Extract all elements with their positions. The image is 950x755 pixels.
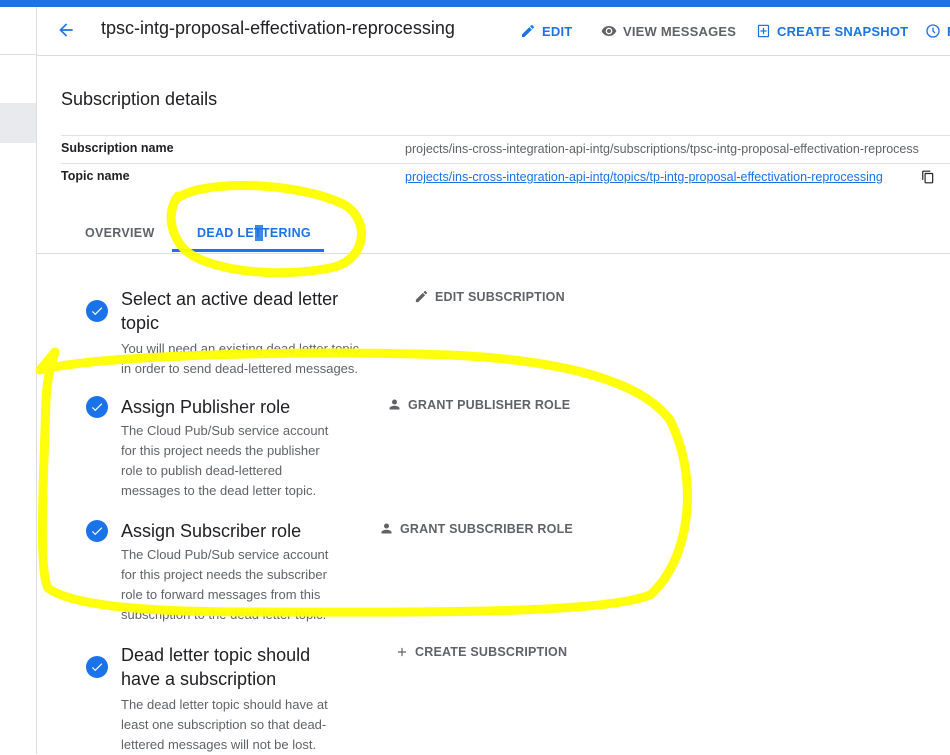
edit-subscription-button[interactable]: EDIT SUBSCRIPTION bbox=[414, 289, 565, 304]
view-messages-button[interactable]: VIEW MESSAGES bbox=[601, 22, 736, 40]
step-description-line: The Cloud Pub/Sub service account bbox=[121, 423, 329, 438]
edit-subscription-label: EDIT SUBSCRIPTION bbox=[435, 289, 565, 304]
subscription-name-row: Subscription name projects/ins-cross-int… bbox=[61, 135, 950, 164]
create-snapshot-label: CREATE SNAPSHOT bbox=[777, 23, 909, 39]
top-accent-bar bbox=[0, 0, 950, 7]
step-complete-icon bbox=[86, 300, 108, 322]
step-select-topic: Select an active dead letter topic You w… bbox=[121, 287, 359, 379]
create-snapshot-button[interactable]: CREATE SNAPSHOT bbox=[756, 22, 908, 40]
tab-bar: OVERVIEW DEAD LETTERING bbox=[37, 211, 950, 254]
step-assign-subscriber: Assign Subscriber role The Cloud Pub/Sub… bbox=[121, 519, 328, 625]
step-description-line: lettered messages will not be lost. bbox=[121, 737, 317, 752]
step-description-line: The Cloud Pub/Sub service account bbox=[121, 547, 329, 562]
create-subscription-label: CREATE SUBSCRIPTION bbox=[415, 645, 568, 659]
edit-button-label: EDIT bbox=[542, 23, 573, 39]
eye-icon bbox=[601, 26, 617, 36]
step-description-line: messages to the dead letter topic. bbox=[121, 483, 317, 498]
step-description-line: least one subscription so that dead- bbox=[121, 717, 327, 732]
person-icon bbox=[381, 523, 392, 534]
step-description-line: You will need an existing dead letter to… bbox=[121, 341, 360, 356]
step-title: Dead letter topic should bbox=[121, 645, 311, 665]
create-subscription-button[interactable]: CREATE SUBSCRIPTION bbox=[395, 645, 567, 659]
step-description-line: for this project needs the subscriber bbox=[121, 567, 327, 582]
step-complete-icon bbox=[86, 656, 108, 678]
edit-button[interactable]: EDIT bbox=[520, 22, 572, 40]
clock-icon bbox=[926, 24, 940, 38]
tab-dead-lettering[interactable]: DEAD LETTERING bbox=[197, 226, 311, 240]
step-title: Assign Publisher role bbox=[121, 397, 291, 417]
topic-name-label: Topic name bbox=[61, 169, 130, 183]
plus-icon bbox=[397, 647, 407, 657]
step-complete-icon bbox=[86, 396, 108, 418]
topic-name-row: Topic name projects/ins-cross-integratio… bbox=[61, 163, 950, 192]
step-description-line: for this project needs the publisher bbox=[121, 443, 320, 458]
step-title: Assign Subscriber role bbox=[121, 521, 302, 541]
arrow-back-icon bbox=[59, 23, 73, 37]
grant-publisher-role-button[interactable]: GRANT PUBLISHER ROLE bbox=[387, 397, 570, 412]
step-title-continued: have a subscription bbox=[121, 669, 277, 689]
step-description-line: The dead letter topic should have at bbox=[121, 697, 328, 712]
copy-icon[interactable] bbox=[921, 169, 935, 190]
grant-subscriber-role-label: GRANT SUBSCRIBER ROLE bbox=[400, 521, 573, 536]
step-topic-subscription: Dead letter topic should have a subscrip… bbox=[121, 643, 328, 755]
step-description-line: in order to send dead-lettered messages. bbox=[121, 361, 359, 376]
grant-publisher-role-label: GRANT PUBLISHER ROLE bbox=[408, 397, 571, 412]
snapshot-add-icon bbox=[757, 24, 770, 38]
step-title-continued: topic bbox=[121, 313, 160, 333]
page-title: tpsc-intg-proposal-effectivation-reproce… bbox=[101, 18, 455, 38]
grant-subscriber-role-button[interactable]: GRANT SUBSCRIBER ROLE bbox=[379, 521, 573, 536]
person-icon bbox=[389, 399, 400, 410]
tab-overview[interactable]: OVERVIEW bbox=[85, 226, 155, 240]
step-description-line: subscription to the dead letter topic. bbox=[121, 607, 327, 622]
subscription-name-label: Subscription name bbox=[61, 141, 174, 155]
active-tab-indicator bbox=[172, 249, 324, 252]
view-messages-label: VIEW MESSAGES bbox=[623, 23, 737, 39]
step-description-line: role to forward messages from this bbox=[121, 587, 321, 602]
truncated-header-button[interactable]: R bbox=[925, 22, 950, 40]
pencil-icon bbox=[522, 24, 535, 37]
back-button[interactable] bbox=[52, 18, 80, 42]
pencil-icon bbox=[415, 290, 428, 303]
topic-name-link[interactable]: projects/ins-cross-integration-api-intg/… bbox=[405, 170, 883, 184]
section-title: Subscription details bbox=[61, 89, 218, 109]
left-nav-header bbox=[0, 7, 36, 55]
subscription-name-value: projects/ins-cross-integration-api-intg/… bbox=[405, 142, 919, 156]
step-complete-icon bbox=[86, 520, 108, 542]
left-nav-selected-item[interactable] bbox=[0, 103, 36, 143]
step-description-line: role to publish dead-lettered bbox=[121, 463, 283, 478]
step-assign-publisher: Assign Publisher role The Cloud Pub/Sub … bbox=[121, 395, 328, 501]
step-title: Select an active dead letter bbox=[121, 289, 339, 309]
